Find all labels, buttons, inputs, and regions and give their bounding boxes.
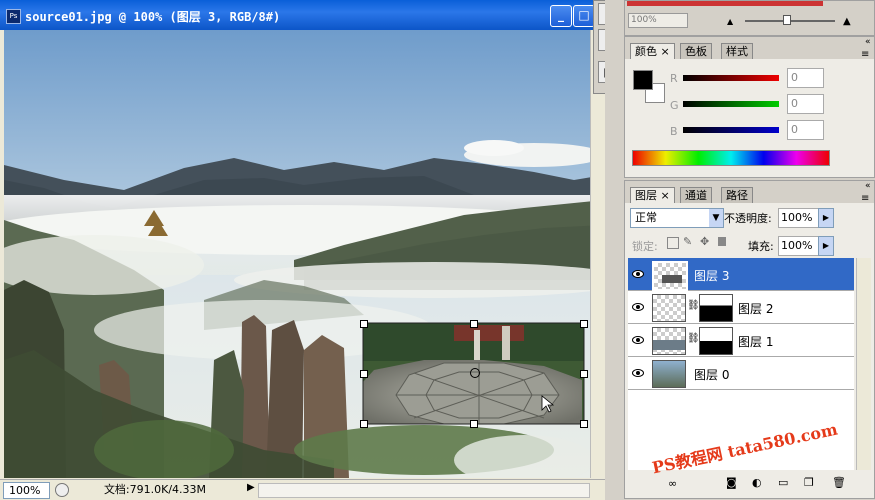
tab-paths[interactable]: 路径 — [721, 187, 753, 204]
r-slider[interactable] — [683, 75, 779, 81]
navigator-panel: 100% ▲ ▲ — [624, 0, 875, 36]
g-slider[interactable] — [683, 101, 779, 107]
transform-center-point[interactable] — [470, 368, 480, 378]
document-title: source01.jpg @ 100% (图层 3, RGB/8#) — [25, 10, 281, 24]
status-menu-icon[interactable] — [55, 483, 69, 497]
layer-row-3[interactable]: 图层 3 — [628, 258, 854, 291]
transform-handle-top[interactable] — [470, 320, 478, 328]
layer-name[interactable]: 图层 1 — [738, 333, 773, 350]
blend-mode-select[interactable]: 正常 ▼ — [630, 208, 724, 228]
vertical-scrollbar[interactable] — [590, 30, 605, 478]
new-layer-icon[interactable]: ❐ — [804, 476, 814, 489]
g-label: G — [670, 99, 679, 112]
lock-brush-icon[interactable]: ✎ — [683, 235, 692, 248]
zoom-field[interactable]: 100% — [3, 482, 50, 499]
layers-scrollbar[interactable] — [856, 258, 871, 470]
tab-color[interactable]: 颜色 × — [630, 43, 675, 60]
link-layers-icon[interactable]: ∞ — [668, 477, 677, 490]
lock-all-icon[interactable] — [718, 237, 726, 246]
b-value-field[interactable]: 0 — [787, 120, 824, 140]
transform-handle-bottom-right[interactable] — [580, 420, 588, 428]
tab-channels[interactable]: 通道 — [680, 187, 712, 204]
layer-mask-thumbnail[interactable] — [699, 327, 733, 355]
r-label: R — [670, 72, 678, 85]
layer-mask-thumbnail[interactable] — [699, 294, 733, 322]
layer-thumbnail — [652, 327, 686, 355]
image-canvas[interactable] — [4, 30, 604, 478]
lock-move-icon[interactable]: ✥ — [700, 235, 709, 248]
transform-handle-top-left[interactable] — [360, 320, 368, 328]
minimize-button[interactable]: _ — [550, 5, 572, 27]
layer-row-1[interactable]: ⛓ 图层 1 — [628, 324, 854, 357]
eye-icon[interactable] — [632, 301, 644, 313]
layer-thumbnail — [652, 261, 688, 291]
zoom-out-icon[interactable]: ▲ — [727, 17, 733, 26]
fill-field[interactable]: 100% — [778, 236, 820, 256]
adjustment-layer-icon[interactable]: ◐ — [752, 476, 762, 489]
layer-row-2[interactable]: ⛓ 图层 2 — [628, 291, 854, 324]
layer-thumbnail — [652, 360, 686, 388]
eye-icon[interactable] — [632, 334, 644, 346]
photoshop-icon: Ps — [6, 9, 21, 24]
navigator-preview — [627, 1, 823, 6]
tab-layers[interactable]: 图层 × — [630, 187, 675, 204]
layer-row-0[interactable]: 图层 0 — [628, 357, 854, 390]
fill-arrow-icon[interactable]: ▶ — [818, 236, 834, 256]
lock-transparent-icon[interactable] — [667, 237, 679, 249]
b-label: B — [670, 125, 678, 138]
r-value-field[interactable]: 0 — [787, 68, 824, 88]
layer-thumbnail — [652, 294, 686, 322]
zoom-slider-thumb[interactable] — [783, 15, 791, 25]
tab-swatches[interactable]: 色板 — [680, 43, 712, 60]
add-mask-icon[interactable]: ◙ — [726, 476, 737, 489]
layer-name[interactable]: 图层 2 — [738, 300, 773, 317]
landscape-image — [4, 30, 604, 478]
opacity-label: 不透明度: — [724, 212, 772, 225]
opacity-arrow-icon[interactable]: ▶ — [818, 208, 834, 228]
horizontal-scrollbar[interactable] — [258, 483, 590, 498]
layers-collapse-icon[interactable]: « — [865, 181, 871, 191]
opacity-field[interactable]: 100% — [778, 208, 820, 228]
transform-handle-left[interactable] — [360, 370, 368, 378]
eye-icon[interactable] — [632, 367, 644, 379]
document-window: Ps source01.jpg @ 100% (图层 3, RGB/8#) _ … — [0, 0, 606, 500]
transform-handle-top-right[interactable] — [580, 320, 588, 328]
chain-link-icon[interactable]: ⛓ — [687, 333, 700, 344]
status-bar: 100% 文档:791.0K/4.33M ▶ — [0, 479, 605, 500]
lock-label: 锁定: — [632, 240, 658, 253]
g-value-field[interactable]: 0 — [787, 94, 824, 114]
color-spectrum-bar[interactable] — [632, 150, 830, 166]
eye-icon[interactable] — [632, 268, 644, 280]
maximize-button[interactable]: □ — [573, 5, 595, 27]
navigator-zoom-field[interactable]: 100% — [628, 13, 688, 28]
delete-layer-icon[interactable]: 🗑 — [832, 476, 846, 489]
tab-styles[interactable]: 样式 — [721, 43, 753, 60]
document-size-info: 文档:791.0K/4.33M — [103, 483, 207, 496]
zoom-in-icon[interactable]: ▲ — [843, 16, 851, 27]
panel-collapse-icon[interactable]: « — [865, 37, 871, 47]
b-slider[interactable] — [683, 127, 779, 133]
foreground-color-swatch[interactable] — [633, 70, 653, 90]
chain-link-icon[interactable]: ⛓ — [687, 300, 700, 311]
new-group-icon[interactable]: ▭ — [778, 476, 788, 489]
transform-handle-right[interactable] — [580, 370, 588, 378]
transform-handle-bottom[interactable] — [470, 420, 478, 428]
status-arrow-icon[interactable]: ▶ — [247, 482, 255, 493]
fill-label: 填充: — [748, 240, 774, 253]
transform-handle-bottom-left[interactable] — [360, 420, 368, 428]
layer-name[interactable]: 图层 3 — [694, 267, 729, 284]
document-titlebar[interactable]: Ps source01.jpg @ 100% (图层 3, RGB/8#) _ … — [0, 0, 605, 30]
layer-name[interactable]: 图层 0 — [694, 366, 729, 383]
